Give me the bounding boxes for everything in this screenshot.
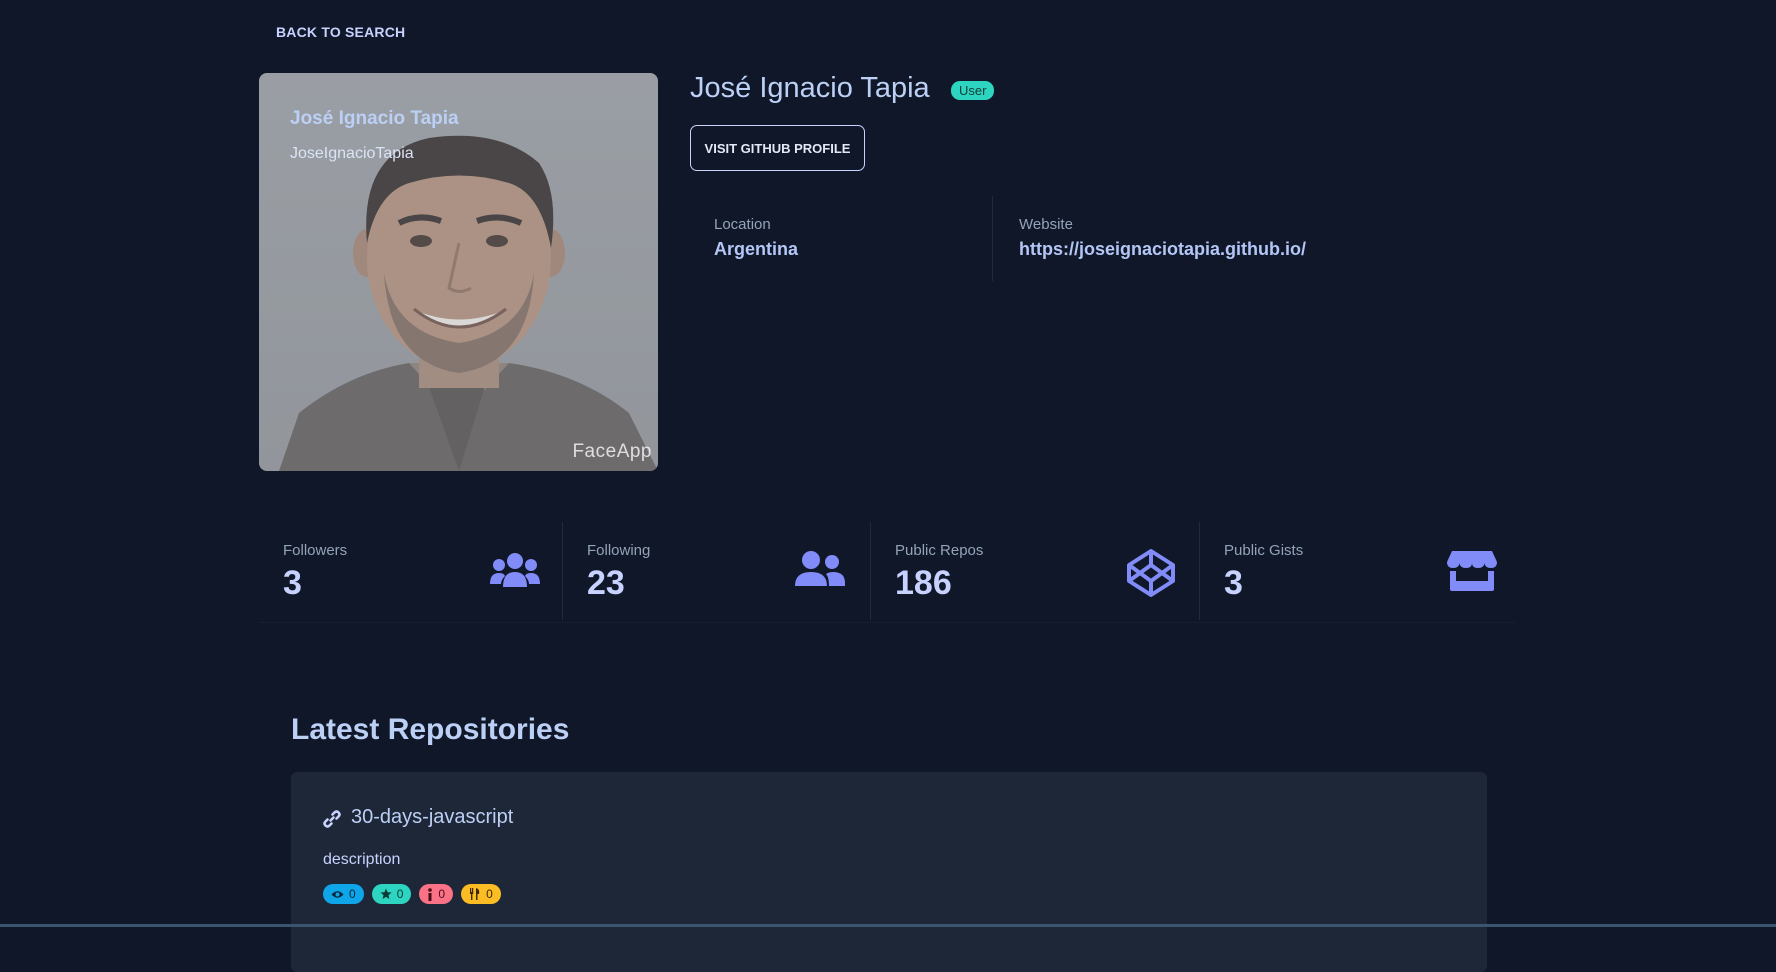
stats-row: Followers 3 Following 23 Public Repos 18… bbox=[259, 522, 1515, 623]
website-link[interactable]: https://joseignaciotapia.github.io/ bbox=[1019, 239, 1539, 260]
stat-value: 3 bbox=[283, 564, 302, 602]
stat-value: 23 bbox=[587, 564, 625, 602]
profile-name: José Ignacio Tapia bbox=[690, 72, 930, 104]
avatar: José Ignacio Tapia JoseIgnacioTapia Face… bbox=[259, 73, 658, 471]
watchers-badge: 0 bbox=[323, 884, 364, 904]
website-label: Website bbox=[1019, 216, 1073, 233]
repo-description: description bbox=[323, 851, 401, 868]
back-to-search-link[interactable]: BACK TO SEARCH bbox=[276, 24, 405, 40]
location-label: Location bbox=[714, 216, 771, 233]
utensils-icon bbox=[470, 888, 480, 900]
stat-public-gists: Public Gists 3 bbox=[1200, 522, 1515, 620]
stat-label: Followers bbox=[283, 542, 348, 559]
stat-public-repos: Public Repos 186 bbox=[871, 522, 1199, 620]
store-icon bbox=[1447, 551, 1497, 591]
avatar-photo bbox=[259, 73, 658, 471]
issues-badge: 0 bbox=[419, 884, 454, 904]
stars-badge: 0 bbox=[371, 884, 412, 904]
repo-card: 30-days-javascript description 0 0 0 0 bbox=[291, 772, 1487, 972]
location-info: Location Argentina bbox=[692, 196, 1014, 281]
info-icon bbox=[428, 887, 433, 901]
stat-label: Public Gists bbox=[1224, 542, 1304, 559]
stat-label: Public Repos bbox=[895, 542, 984, 559]
website-info: Website https://joseignaciotapia.github.… bbox=[992, 196, 1539, 281]
link-icon bbox=[323, 810, 341, 828]
location-value: Argentina bbox=[714, 239, 799, 259]
repo-badges: 0 0 0 0 bbox=[323, 884, 501, 904]
stars-count: 0 bbox=[396, 887, 404, 901]
watchers-count: 0 bbox=[349, 887, 356, 901]
stat-value: 186 bbox=[895, 564, 952, 602]
user-friends-icon bbox=[795, 551, 845, 586]
avatar-name: José Ignacio Tapia bbox=[290, 108, 459, 129]
user-type-badge: User bbox=[951, 81, 995, 100]
stat-value: 3 bbox=[1224, 564, 1243, 602]
repo-name-link[interactable]: 30-days-javascript bbox=[351, 806, 513, 829]
users-icon bbox=[490, 553, 540, 587]
stat-label: Following bbox=[587, 542, 651, 559]
forks-count: 0 bbox=[486, 887, 493, 901]
faceapp-watermark: FaceApp bbox=[572, 441, 652, 462]
stat-following: Following 23 bbox=[563, 522, 870, 620]
latest-repositories-section: Latest Repositories 30-days-javascript d… bbox=[263, 680, 1515, 972]
issues-count: 0 bbox=[438, 887, 446, 901]
avatar-login: JoseIgnacioTapia bbox=[290, 145, 414, 162]
stat-followers: Followers 3 bbox=[259, 522, 562, 620]
section-title: Latest Repositories bbox=[291, 713, 570, 746]
eye-icon bbox=[331, 890, 344, 898]
star-icon bbox=[380, 888, 392, 899]
codepen-icon bbox=[1127, 549, 1175, 597]
visit-github-profile-button[interactable]: VISIT GITHUB PROFILE bbox=[690, 125, 865, 171]
forks-badge: 0 bbox=[461, 884, 501, 904]
